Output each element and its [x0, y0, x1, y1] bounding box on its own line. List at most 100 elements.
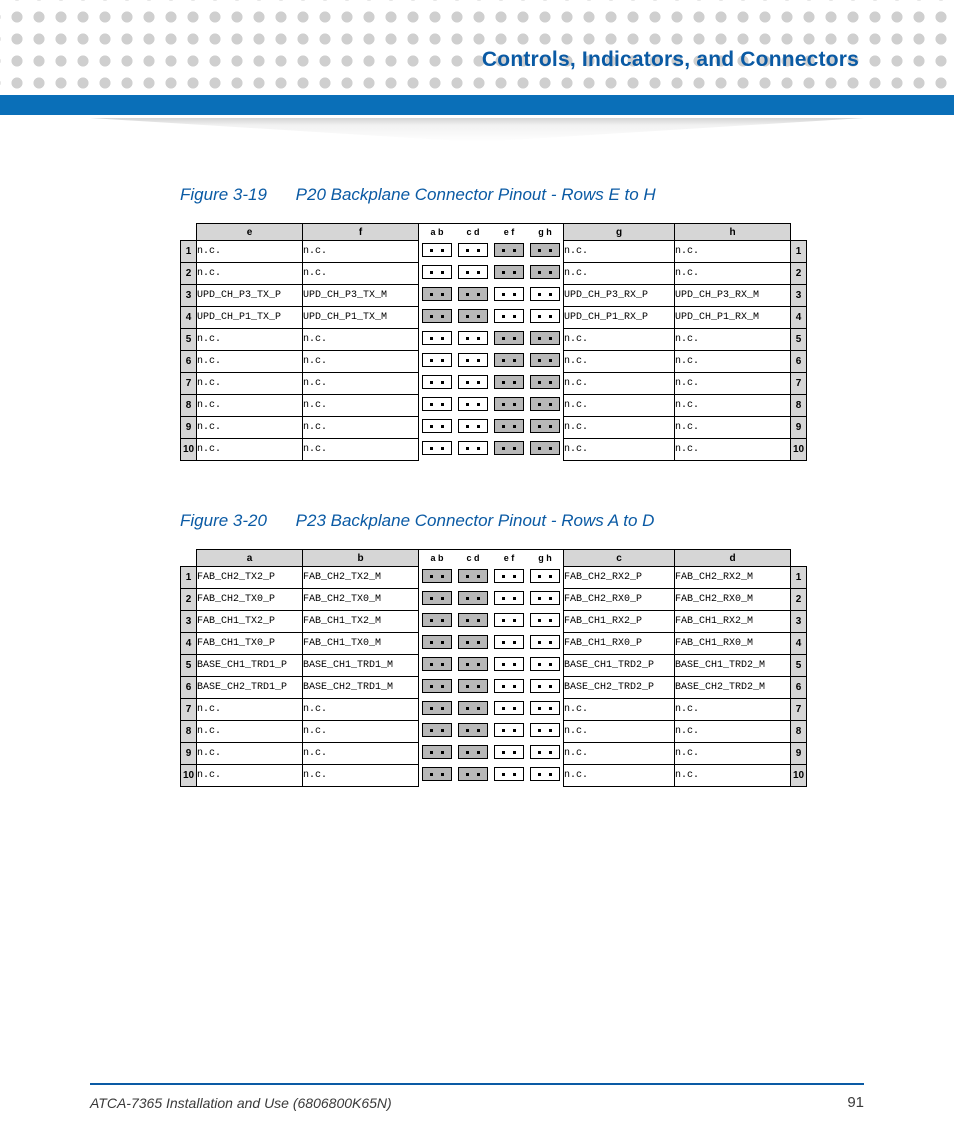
- connector-pin-icon: [422, 701, 452, 715]
- connector-pin-icon: [422, 419, 452, 433]
- connector-pin-icon: [530, 265, 560, 279]
- connector-pin-icon: [458, 745, 488, 759]
- connector-pin-icon: [530, 243, 560, 257]
- figure-caption: Figure 3-19 P20 Backplane Connector Pino…: [180, 185, 864, 205]
- section-title: Controls, Indicators, and Connectors: [482, 48, 859, 72]
- pin-label: n.c.: [303, 417, 419, 439]
- table-row: 4UPD_CH_P1_TX_PUPD_CH_P1_TX_MUPD_CH_P1_R…: [181, 307, 807, 329]
- table-row: 9n.c.n.c.n.c.n.c.9: [181, 743, 807, 765]
- row-number: 2: [791, 263, 807, 285]
- figure-title: P23 Backplane Connector Pinout - Rows A …: [296, 511, 655, 530]
- pin-label: n.c.: [197, 373, 303, 395]
- figure-number: Figure 3-20: [180, 511, 267, 530]
- pin-label: n.c.: [303, 241, 419, 263]
- connector-pin-icon: [494, 419, 524, 433]
- connector-pin-icon: [422, 331, 452, 345]
- connector-pin-icon: [458, 397, 488, 411]
- pin-label: n.c.: [564, 743, 675, 765]
- table-row: 7n.c.n.c.n.c.n.c.7: [181, 699, 807, 721]
- connector-pin-icon: [422, 745, 452, 759]
- col-header: f: [303, 224, 419, 241]
- figure-title: P20 Backplane Connector Pinout - Rows E …: [296, 185, 656, 204]
- table-row: 2FAB_CH2_TX0_PFAB_CH2_TX0_MFAB_CH2_RX0_P…: [181, 589, 807, 611]
- connector-pin-icon: [494, 657, 524, 671]
- pin-label: UPD_CH_P1_RX_P: [564, 307, 675, 329]
- connector-pin-icon: [458, 767, 488, 781]
- connector-pin-icon: [494, 331, 524, 345]
- pin-label: n.c.: [675, 351, 791, 373]
- table-row: 6BASE_CH2_TRD1_PBASE_CH2_TRD1_MBASE_CH2_…: [181, 677, 807, 699]
- col-header: b: [303, 550, 419, 567]
- pin-label: n.c.: [564, 351, 675, 373]
- pin-label: n.c.: [303, 351, 419, 373]
- connector-pin-icon: [458, 353, 488, 367]
- connector-pin-icon: [422, 287, 452, 301]
- row-number: 8: [791, 395, 807, 417]
- row-number: 1: [181, 567, 197, 589]
- connector-pin-icon: [530, 419, 560, 433]
- connector-pin-icon: [422, 723, 452, 737]
- pin-label: FAB_CH2_TX0_P: [197, 589, 303, 611]
- connector-pin-icon: [494, 613, 524, 627]
- row-number: 9: [791, 417, 807, 439]
- row-number: 10: [791, 765, 807, 787]
- connector-pin-icon: [494, 723, 524, 737]
- pin-label: n.c.: [675, 765, 791, 787]
- connector-pin-icon: [422, 243, 452, 257]
- pair-header: c d: [455, 550, 491, 567]
- connector-pin-icon: [530, 353, 560, 367]
- row-number: 5: [181, 329, 197, 351]
- pin-label: n.c.: [564, 721, 675, 743]
- connector-pin-icon: [422, 591, 452, 605]
- connector-pin-icon: [422, 613, 452, 627]
- row-number: 8: [791, 721, 807, 743]
- connector-pin-icon: [458, 613, 488, 627]
- row-number: 8: [181, 395, 197, 417]
- pair-header: g h: [527, 550, 564, 567]
- pin-label: BASE_CH1_TRD2_P: [564, 655, 675, 677]
- table-row: 4FAB_CH1_TX0_PFAB_CH1_TX0_MFAB_CH1_RX0_P…: [181, 633, 807, 655]
- pin-label: n.c.: [303, 743, 419, 765]
- col-header: e: [197, 224, 303, 241]
- connector-pin-icon: [530, 287, 560, 301]
- table-row: 1n.c.n.c.n.c.n.c.1: [181, 241, 807, 263]
- row-number: 6: [181, 351, 197, 373]
- row-number: 9: [181, 743, 197, 765]
- connector-pin-icon: [530, 657, 560, 671]
- pin-label: n.c.: [197, 721, 303, 743]
- pair-header: a b: [419, 550, 456, 567]
- connector-pin-icon: [458, 657, 488, 671]
- pin-label: n.c.: [197, 765, 303, 787]
- table-row: 2n.c.n.c.n.c.n.c.2: [181, 263, 807, 285]
- connector-pin-icon: [422, 353, 452, 367]
- row-number: 3: [791, 611, 807, 633]
- pin-label: BASE_CH2_TRD1_P: [197, 677, 303, 699]
- figure-caption: Figure 3-20 P23 Backplane Connector Pino…: [180, 511, 864, 531]
- pin-label: n.c.: [675, 743, 791, 765]
- connector-pin-icon: [494, 767, 524, 781]
- connector-pin-icon: [422, 679, 452, 693]
- connector-pin-icon: [530, 441, 560, 455]
- connector-pin-icon: [530, 375, 560, 389]
- connector-pin-icon: [494, 243, 524, 257]
- connector-pin-icon: [458, 635, 488, 649]
- table-row: 1FAB_CH2_TX2_PFAB_CH2_TX2_MFAB_CH2_RX2_P…: [181, 567, 807, 589]
- pin-label: FAB_CH2_TX2_M: [303, 567, 419, 589]
- pin-label: n.c.: [197, 699, 303, 721]
- row-number: 10: [181, 439, 197, 461]
- row-number: 4: [791, 633, 807, 655]
- footer-doc-title: ATCA-7365 Installation and Use (6806800K…: [90, 1095, 392, 1111]
- pair-header: a b: [419, 224, 456, 241]
- table-row: 5n.c.n.c.n.c.n.c.5: [181, 329, 807, 351]
- pair-header: e f: [491, 550, 527, 567]
- connector-pin-icon: [494, 701, 524, 715]
- connector-pin-icon: [494, 679, 524, 693]
- connector-pin-icon: [422, 569, 452, 583]
- pin-label: FAB_CH2_RX0_P: [564, 589, 675, 611]
- table-row: 9n.c.n.c.n.c.n.c.9: [181, 417, 807, 439]
- connector-pin-icon: [530, 701, 560, 715]
- connector-pin-icon: [458, 287, 488, 301]
- pin-label: FAB_CH1_RX2_M: [675, 611, 791, 633]
- row-number: 6: [181, 677, 197, 699]
- pin-label: FAB_CH2_TX2_P: [197, 567, 303, 589]
